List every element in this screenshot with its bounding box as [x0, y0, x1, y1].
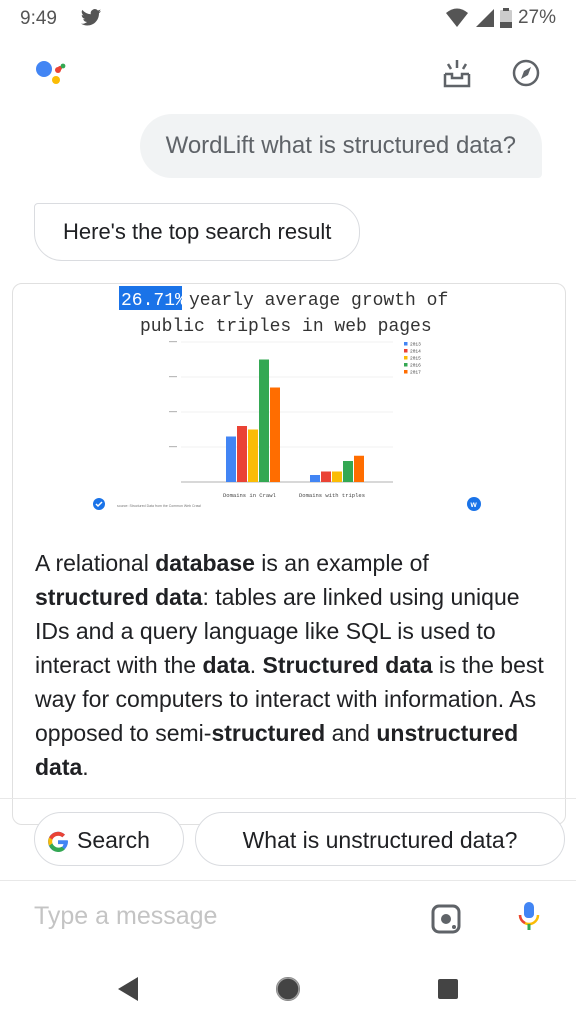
legend-label-2013: 2013	[410, 342, 421, 348]
chart-headline: yearly average growth of	[189, 291, 448, 311]
legend-swatch-2016	[404, 363, 408, 367]
snippet-segment: is an example of	[254, 550, 429, 576]
suggestions-divider	[0, 798, 576, 799]
battery-icon	[499, 8, 512, 28]
result-chart-image: 26.71% yearly average growth of public t…	[93, 286, 481, 511]
snippet-segment: database	[155, 550, 255, 576]
legend-swatch-2017	[404, 370, 408, 374]
bar-2016-1	[343, 461, 353, 482]
bar-2015-1	[332, 471, 342, 482]
snippet-segment: data	[202, 652, 250, 678]
google-g-icon	[48, 831, 68, 852]
status-time: 9:49	[20, 8, 57, 29]
google-lens-icon[interactable]	[430, 903, 462, 935]
assistant-message-bubble: Here's the top search result	[34, 203, 361, 261]
battery-percent: 27%	[517, 7, 556, 28]
chart-source-note: source: Structured Data from the Common …	[117, 504, 201, 508]
microphone-icon[interactable]	[518, 900, 540, 934]
message-input[interactable]: Type a message	[34, 902, 217, 931]
legend-label-2016: 2016	[410, 363, 421, 369]
svg-text:w: w	[470, 500, 478, 509]
user-message-bubble: WordLift what is structured data?	[139, 114, 542, 178]
chart-headline-highlight: 26.71%	[121, 291, 186, 311]
y-tick-mark	[169, 341, 177, 343]
back-nav-icon[interactable]	[116, 975, 140, 1003]
legend-swatch-2013	[404, 342, 408, 346]
bar-chart: 20132014201520162017	[169, 341, 421, 483]
snippet-segment: .	[249, 652, 263, 678]
home-nav-icon[interactable]	[274, 975, 302, 1003]
legend-label-2014: 2014	[410, 349, 421, 355]
y-tick-mark	[169, 411, 177, 413]
snippet-segment: .	[82, 754, 89, 780]
bar-2014-1	[321, 471, 331, 482]
snippet-segment: and	[325, 720, 377, 746]
snippet-segment: structured	[211, 720, 326, 746]
result-snippet-text: A relational database is an example of s…	[35, 546, 545, 784]
search-chip-button[interactable]: Search	[34, 812, 184, 866]
snippet-segment: A relational	[35, 550, 156, 576]
y-tick-mark	[169, 376, 177, 378]
status-bar: 9:49 27%	[0, 0, 576, 36]
legend-swatch-2015	[404, 356, 408, 360]
google-assistant-logo	[36, 61, 66, 84]
recents-nav-icon[interactable]	[436, 975, 460, 1003]
updates-inbox-icon[interactable]	[442, 56, 472, 88]
bar-2013-0	[226, 436, 236, 482]
legend-swatch-2014	[404, 349, 408, 353]
explore-compass-icon[interactable]	[511, 56, 541, 88]
bar-2016-0	[259, 359, 269, 482]
legend-label-2017: 2017	[410, 370, 421, 376]
bar-2013-1	[310, 475, 320, 482]
wifi-icon	[445, 8, 468, 27]
bar-2017-0	[270, 387, 280, 482]
bar-2014-0	[237, 426, 247, 482]
suggestion-chip-unstructured[interactable]: What is unstructured data?	[195, 812, 565, 866]
twitter-notification-icon	[80, 9, 102, 26]
signal-icon	[475, 9, 494, 27]
chart-headline-line2: public triples in web pages	[140, 317, 432, 337]
bar-2015-0	[248, 429, 258, 482]
snippet-segment: Structured data	[262, 652, 433, 678]
bar-2017-1	[354, 455, 364, 482]
search-result-card[interactable]: 26.71% yearly average growth of public t…	[12, 283, 566, 825]
y-tick-mark	[169, 446, 177, 448]
x-tick-label-1: Domains with triples	[299, 492, 365, 499]
snippet-segment: structured data	[35, 584, 203, 610]
legend-label-2015: 2015	[410, 356, 421, 362]
x-tick-label-0: Domains in Crawl	[223, 492, 276, 499]
search-chip-label: Search	[77, 827, 150, 853]
